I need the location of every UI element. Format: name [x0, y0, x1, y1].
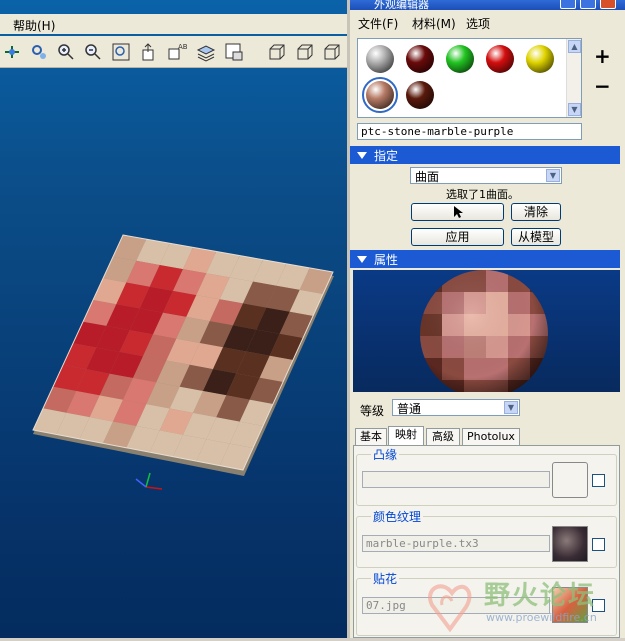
material-swatch-gray[interactable]: [366, 45, 394, 73]
sphere-texture-cell: [420, 380, 442, 392]
maximize-icon[interactable]: [580, 0, 596, 9]
material-swatch-red[interactable]: [486, 45, 514, 73]
panel-title: 外观编辑器: [374, 0, 429, 10]
color-texture-file-field[interactable]: marble-purple.tx3: [362, 535, 550, 552]
material-swatch-list[interactable]: ▲ ▼: [357, 38, 582, 118]
properties-section-header[interactable]: 属性: [350, 250, 620, 268]
decal-checkbox[interactable]: [592, 599, 605, 612]
level-label: 等级: [360, 404, 385, 418]
tab-photolux[interactable]: Photolux: [462, 428, 520, 445]
assign-type-value: 曲面: [415, 170, 440, 184]
sphere-texture-cell: [530, 380, 548, 392]
zoom-in-icon[interactable]: [55, 41, 77, 63]
selection-status: 选取了1曲面。: [446, 188, 519, 201]
from-model-button[interactable]: 从模型: [511, 228, 561, 246]
chevron-down-icon[interactable]: ▼: [504, 401, 518, 414]
decal-label: 贴花: [371, 570, 400, 587]
clear-button[interactable]: 清除: [511, 203, 561, 221]
panel-menubar: 文件(F) 材料(M) 选项: [350, 12, 625, 32]
wireframe-icon[interactable]: [266, 41, 288, 63]
help-menu[interactable]: 帮助(H): [13, 17, 55, 34]
level-select[interactable]: 普通 ▼: [392, 399, 520, 416]
bump-checkbox[interactable]: [592, 474, 605, 487]
color-texture-thumbnail-button[interactable]: [552, 526, 588, 562]
decal-file-field[interactable]: 07.jpg: [362, 597, 550, 614]
close-icon[interactable]: [600, 0, 616, 9]
appearance-editor-panel: 外观编辑器 文件(F) 材料(M) 选项 ▲ ▼ + − ptc-stone-m…: [347, 0, 625, 638]
repaint-icon[interactable]: [28, 41, 50, 63]
material-swatch-dark-red[interactable]: [406, 45, 434, 73]
assign-section-header[interactable]: 指定: [350, 146, 620, 164]
apply-button[interactable]: 应用: [411, 228, 504, 246]
arrow-cursor-icon: [453, 206, 463, 218]
preview-sphere: [420, 270, 548, 392]
mapping-tab-body: 凸缘 颜色纹理 marble-purple.tx3 贴花 07.jpg: [353, 445, 620, 638]
level-value: 普通: [397, 402, 422, 416]
material-swatch-green[interactable]: [446, 45, 474, 73]
no-hidden-icon[interactable]: [321, 41, 343, 63]
tab-mapping[interactable]: 映射: [388, 426, 424, 445]
svg-text:AB: AB: [178, 43, 187, 51]
assign-section-label: 指定: [374, 149, 399, 163]
assign-type-select[interactable]: 曲面 ▼: [410, 167, 562, 184]
swatch-scrollbar[interactable]: ▲ ▼: [566, 39, 581, 117]
color-texture-label: 颜色纹理: [371, 508, 424, 525]
material-swatch-yellow[interactable]: [526, 45, 554, 73]
view-toolbar: AB: [0, 36, 347, 68]
menubar: 帮助(H): [0, 14, 347, 34]
chevron-down-icon[interactable]: ▼: [546, 169, 560, 182]
bump-label: 凸缘: [371, 446, 400, 463]
sphere-texture-cell: [420, 270, 442, 292]
bump-file-field[interactable]: [362, 471, 550, 488]
minimize-icon[interactable]: [560, 0, 576, 9]
model-plate[interactable]: [28, 230, 338, 485]
tab-basic[interactable]: 基本: [355, 428, 387, 445]
options-menu[interactable]: 选项: [466, 15, 490, 32]
refit-icon[interactable]: [110, 41, 132, 63]
panel-titlebar[interactable]: 外观编辑器: [350, 0, 625, 10]
layer-icon[interactable]: [195, 41, 217, 63]
tab-advanced[interactable]: 高级: [426, 428, 460, 445]
properties-section-label: 属性: [374, 253, 399, 267]
remove-material-button[interactable]: −: [594, 74, 611, 98]
hidden-line-icon[interactable]: [294, 41, 316, 63]
material-swatch-marble[interactable]: [362, 77, 398, 113]
graphics-window[interactable]: 帮助(H) AB: [0, 0, 347, 638]
decal-thumbnail-button[interactable]: [552, 587, 588, 623]
sphere-texture-cell: [530, 270, 548, 292]
model-setup-icon[interactable]: [223, 41, 245, 63]
scroll-up-icon[interactable]: ▲: [568, 40, 581, 53]
saved-view-icon[interactable]: AB: [166, 41, 188, 63]
material-name-field[interactable]: ptc-stone-marble-purple: [357, 123, 582, 140]
orient-icon[interactable]: [138, 41, 160, 63]
datum-display-icon[interactable]: [1, 41, 23, 63]
add-material-button[interactable]: +: [594, 44, 611, 68]
file-menu[interactable]: 文件(F): [358, 15, 398, 32]
color-texture-checkbox[interactable]: [592, 538, 605, 551]
collapse-arrow-icon: [357, 152, 367, 159]
collapse-arrow-icon: [357, 256, 367, 263]
bump-thumbnail-button[interactable]: [552, 462, 588, 498]
material-menu[interactable]: 材料(M): [412, 15, 456, 32]
material-swatch-brown[interactable]: [406, 81, 434, 109]
material-preview: [353, 270, 620, 392]
scroll-down-icon[interactable]: ▼: [568, 103, 581, 116]
select-arrow-button[interactable]: [411, 203, 504, 221]
csys-triad-icon: [135, 472, 163, 490]
zoom-out-icon[interactable]: [82, 41, 104, 63]
